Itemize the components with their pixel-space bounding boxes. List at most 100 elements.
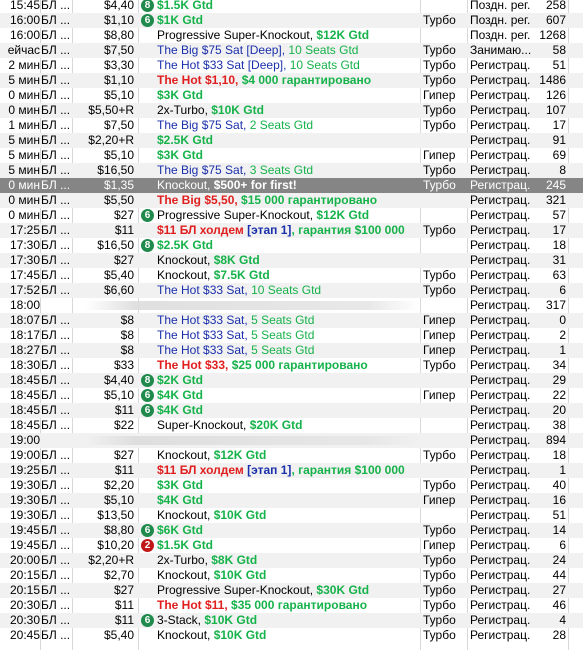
tournament-row[interactable]: 18:45 БЛ ... $11 6 $4K Gtd Регистрац. 20 [0, 403, 583, 418]
players-cell: 28 [552, 628, 566, 642]
buyin-cell: $1,10 [103, 73, 134, 87]
tournament-row[interactable]: 5 мин БЛ ... $1,10 The Hot $1,10, $4 000… [0, 73, 583, 88]
tournament-name-part: Super-Knockout, [157, 418, 250, 432]
tournament-row[interactable]: 17:52 БЛ ... $6,60 The Hot $33 Sat, 10 S… [0, 283, 583, 298]
game-type-cell: БЛ ... [41, 133, 71, 147]
players-cell: 58 [552, 43, 566, 57]
players-cell: 6 [559, 283, 566, 297]
tournament-row[interactable]: 1 мин БЛ ... $7,50 The Big $75 Sat, 2 Se… [0, 118, 583, 133]
start-time-cell: ейчас [7, 43, 40, 57]
tournament-row[interactable]: 18:45 БЛ ... $22 Super-Knockout, $20K Gt… [0, 418, 583, 433]
speed-cell [423, 433, 468, 448]
game-type-cell: БЛ ... [41, 613, 71, 627]
tournament-row[interactable]: 18:07 БЛ ... $8 The Hot $33 Sat, 5 Seats… [0, 313, 583, 328]
tournament-name-cell: $4K Gtd [157, 388, 422, 403]
tournament-row[interactable]: 15:45 БЛ ... $4,40 8 $1.5K Gtd Поздн. ре… [0, 0, 583, 13]
tournament-row[interactable]: 5 мин БЛ ... $16,50 The Big $75 Sat, 3 S… [0, 163, 583, 178]
game-type-cell [41, 433, 71, 448]
tournament-row[interactable]: 19:45 БЛ ... $8,80 6 $6K Gtd Турбо Регис… [0, 523, 583, 538]
tournament-row[interactable]: 17:25 БЛ ... $11 $11 БЛ холдем [этап 1],… [0, 223, 583, 238]
players-cell: 245 [545, 178, 566, 192]
tournament-row[interactable]: 19:45 БЛ ... $10,20 2 $1.5K Gtd Гипер Ре… [0, 538, 583, 553]
game-type-cell: БЛ ... [41, 328, 71, 342]
tournament-name-part: $30K Gtd [316, 583, 370, 597]
tournament-row[interactable]: 19:30 БЛ ... $13,50 Knockout, $10K Gtd Р… [0, 508, 583, 523]
buyin-cell: $4,40 [103, 373, 134, 387]
tournament-name-part: Knockout, [157, 268, 214, 282]
tournament-row[interactable]: 20:15 БЛ ... $2,70 Knockout, $10K Gtd Ту… [0, 568, 583, 583]
tournament-row[interactable]: 0 мин БЛ ... $5,50+R 2x-Turbo, $10K Gtd … [0, 103, 583, 118]
tournament-row[interactable]: 17:30 БЛ ... $16,50 8 $2.5K Gtd Регистра… [0, 238, 583, 253]
players-cell: 17 [552, 118, 566, 132]
tournament-name-part: $4 000 гарантировано [241, 73, 372, 87]
tournament-row[interactable]: 18:30 БЛ ... $33 The Hot $33, $25 000 га… [0, 358, 583, 373]
tournament-name-part: $12K Gtd [213, 448, 267, 462]
speed-cell: Гипер [423, 328, 456, 342]
tournament-row[interactable]: 20:45 БЛ ... $5,40 Knockout, $10K Gtd Ту… [0, 628, 583, 643]
tournament-name-part: $33 [205, 358, 226, 372]
tournament-row[interactable]: 18:45 БЛ ... $5,10 6 $4K Gtd Гипер Регис… [0, 388, 583, 403]
tournament-row[interactable]: 18:27 БЛ ... $8 The Hot $33 Sat, 5 Seats… [0, 343, 583, 358]
players-cell: 69 [552, 148, 566, 162]
speed-cell: Турбо [423, 268, 456, 282]
tournament-row[interactable]: 0 мин БЛ ... $5,50 The Big $5,50, $15 00… [0, 193, 583, 208]
tournament-row[interactable]: 18:45 БЛ ... $4,40 8 $2K Gtd Регистрац. … [0, 373, 583, 388]
players-cell: 107 [545, 103, 566, 117]
bounty-badge-icon [141, 104, 154, 117]
tournament-name-part: Progressive Super-Knockout, [157, 583, 317, 597]
start-time-cell: 18:30 [9, 358, 40, 372]
tournament-row[interactable]: 19:30 БЛ ... $2,20 $3K Gtd Турбо Регистр… [0, 478, 583, 493]
tournament-name-part: $1K Gtd [157, 13, 204, 27]
tournament-row[interactable]: 20:30 БЛ ... $11 6 3-Stack, $10K Gtd Тур… [0, 613, 583, 628]
tournament-row[interactable]: 17:45 БЛ ... $5,40 Knockout, $7.5K Gtd Т… [0, 268, 583, 283]
tournament-name-part: $10K Gtd [213, 628, 267, 642]
game-type-cell: БЛ ... [41, 403, 71, 417]
tournament-name-part: The Big $75 Sat, [157, 118, 250, 132]
bounty-badge-icon: 6 [141, 404, 154, 417]
tournament-row[interactable]: 5 мин БЛ ... $5,10 $3K Gtd Гипер Регистр… [0, 148, 583, 163]
start-time-cell: 0 мин [8, 103, 40, 117]
tournament-row[interactable]: 20:30 БЛ ... $11 The Hot $11, $35 000 га… [0, 598, 583, 613]
tournament-name-cell: $1.5K Gtd [157, 0, 422, 13]
speed-cell [423, 133, 468, 148]
tournament-row[interactable]: 18:00 Регистрац. 317 [0, 298, 583, 313]
tournament-row[interactable]: 20:15 БЛ ... $27 Progressive Super-Knock… [0, 583, 583, 598]
players-cell: 6 [559, 538, 566, 552]
players-cell: 20 [552, 403, 566, 417]
tournament-row[interactable]: 17:30 БЛ ... $27 Knockout, $8K Gtd Регис… [0, 253, 583, 268]
tournament-row[interactable]: 19:30 БЛ ... $5,10 $4K Gtd Гипер Регистр… [0, 493, 583, 508]
bounty-count-badge: 6 [141, 404, 154, 417]
game-type-cell: БЛ ... [41, 118, 71, 132]
tournament-row[interactable]: 19:00 Регистрац. 894 [0, 433, 583, 448]
tournament-row[interactable]: 16:00 БЛ ... $1,10 6 $1K Gtd Турбо Поздн… [0, 13, 583, 28]
tournament-name-part: $10K Gtd [204, 613, 258, 627]
tournament-row[interactable]: 5 мин БЛ ... $2,20+R $2.5K Gtd Регистрац… [0, 133, 583, 148]
players-cell: 2 [559, 328, 566, 342]
start-time-cell: 20:30 [9, 613, 40, 627]
tournament-name-part: The Big [157, 193, 205, 207]
tournament-row[interactable]: 2 мин БЛ ... $3,30 The Hot $33 Sat [Deep… [0, 58, 583, 73]
tournament-row[interactable]: 0 мин БЛ ... $27 6 Progressive Super-Kno… [0, 208, 583, 223]
buyin-cell: $27 [113, 448, 134, 462]
tournament-row[interactable]: 19:00 БЛ ... $27 Knockout, $12K Gtd Турб… [0, 448, 583, 463]
tournament-row[interactable]: 0 мин БЛ ... $1,35 Knockout, $500+ for f… [0, 178, 583, 193]
start-time-cell: 20:00 [9, 553, 40, 567]
tournament-row[interactable]: 18:17 БЛ ... $8 The Hot $33 Sat, 5 Seats… [0, 328, 583, 343]
tournament-name-part: $4K Gtd [157, 493, 204, 507]
speed-cell: Гипер [423, 343, 456, 357]
tournament-name-part: $3K Gtd [157, 148, 204, 162]
start-time-cell: 18:45 [9, 403, 40, 417]
bounty-badge-icon [141, 224, 154, 237]
tournament-row[interactable]: 16:00 БЛ ... $8,80 Progressive Super-Kno… [0, 28, 583, 43]
tournament-row[interactable]: 19:25 БЛ ... $11 $11 БЛ холдем [этап 1],… [0, 463, 583, 478]
tournament-row[interactable]: 20:00 БЛ ... $2,20+R 2x-Turbo, $8K Gtd Т… [0, 553, 583, 568]
tournament-name-part: The Hot [157, 598, 205, 612]
tournament-row[interactable]: ейчас БЛ ... $7,50 The Big $75 Sat [Deep… [0, 43, 583, 58]
players-cell: 1 [559, 343, 566, 357]
players-cell: 51 [552, 58, 566, 72]
game-type-cell: БЛ ... [41, 208, 71, 222]
tournament-row[interactable]: 0 мин БЛ ... $5,10 $3K Gtd Гипер Регистр… [0, 88, 583, 103]
speed-cell [423, 463, 468, 478]
buyin-cell: $13,50 [97, 508, 134, 522]
buyin-cell: $8,80 [103, 28, 134, 42]
